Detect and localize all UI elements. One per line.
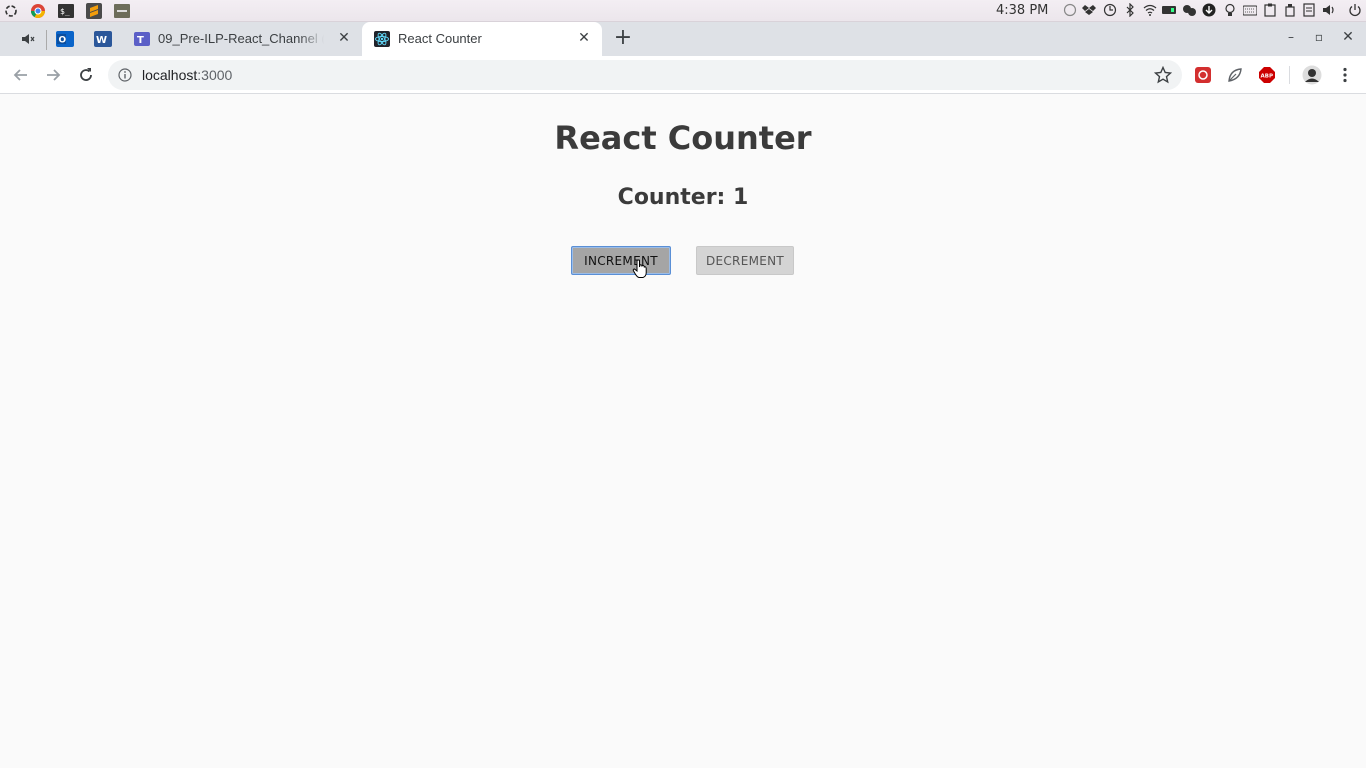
word-tab-icon[interactable]: W xyxy=(94,30,112,48)
files-launcher-icon[interactable] xyxy=(113,2,131,20)
status-indicator-icon[interactable] xyxy=(1063,3,1077,17)
battery-icon[interactable] xyxy=(1162,3,1176,17)
hand-cursor-icon xyxy=(632,259,647,278)
extension-leaf-icon[interactable] xyxy=(1226,66,1244,84)
dropbox-icon[interactable] xyxy=(1082,3,1096,17)
clipboard-icon[interactable] xyxy=(1263,3,1277,17)
minimize-icon[interactable]: – xyxy=(1284,30,1298,44)
url-host: localhost xyxy=(142,67,198,83)
bookmark-star-icon[interactable] xyxy=(1154,66,1172,84)
url-text: localhost:3000 xyxy=(142,67,232,83)
wifi-icon[interactable] xyxy=(1143,3,1157,17)
increment-button[interactable]: INCREMENT xyxy=(571,246,671,275)
page-title: React Counter xyxy=(554,119,812,157)
volume-icon[interactable] xyxy=(1322,3,1336,17)
keyboard-icon[interactable] xyxy=(1243,3,1257,17)
svg-text:ABP: ABP xyxy=(1261,74,1273,80)
decrement-button[interactable]: DECREMENT xyxy=(696,246,794,275)
tab-close-icon[interactable]: ✕ xyxy=(576,30,592,46)
react-icon xyxy=(374,31,390,47)
outlook-tab-icon[interactable]: O xyxy=(56,30,74,48)
tab-react-counter[interactable]: React Counter ✕ xyxy=(362,22,602,56)
browser-toolbar: localhost:3000 ABP xyxy=(0,56,1366,94)
teams-icon: T xyxy=(134,32,150,46)
svg-text:$_: $_ xyxy=(60,7,70,16)
back-button[interactable] xyxy=(10,64,32,86)
tab-strip: O W T 09_Pre-ILP-React_Channel (09 ✕ Rea… xyxy=(0,22,1366,56)
clock-icon[interactable] xyxy=(1103,3,1117,17)
tab-title: React Counter xyxy=(398,31,482,46)
tab-close-icon[interactable]: ✕ xyxy=(336,30,352,46)
page-content: React Counter Counter: 1 INCREMENT DECRE… xyxy=(0,95,1366,768)
counter-display: Counter: 1 xyxy=(617,185,749,210)
terminal-launcher-icon[interactable]: $_ xyxy=(57,2,75,20)
mute-tab-icon[interactable] xyxy=(19,30,37,48)
profile-avatar[interactable] xyxy=(1302,65,1322,85)
address-bar[interactable]: localhost:3000 xyxy=(108,60,1182,90)
maximize-icon[interactable]: ▫ xyxy=(1312,30,1326,44)
svg-text:W: W xyxy=(96,35,107,46)
tab-separator xyxy=(46,30,47,50)
site-info-icon[interactable] xyxy=(118,68,132,82)
chat-icon[interactable] xyxy=(1182,3,1196,17)
extension-red-icon[interactable] xyxy=(1194,66,1212,84)
reload-icon xyxy=(80,68,92,81)
back-arrow-icon xyxy=(13,69,27,81)
sublime-launcher-icon[interactable] xyxy=(85,2,103,20)
lightbulb-icon[interactable] xyxy=(1223,3,1237,17)
svg-text:T: T xyxy=(137,35,144,46)
bluetooth-icon[interactable] xyxy=(1123,3,1137,17)
forward-button[interactable] xyxy=(42,64,64,86)
notes-icon[interactable] xyxy=(1302,3,1316,17)
power-icon[interactable] xyxy=(1348,3,1362,17)
url-port: :3000 xyxy=(197,67,233,83)
toolbar-divider xyxy=(1289,66,1290,84)
system-top-bar: $_ 4:38 PM xyxy=(0,0,1366,22)
adblock-icon[interactable]: ABP xyxy=(1258,66,1276,84)
tab-teams-channel[interactable]: T 09_Pre-ILP-React_Channel (09 ✕ xyxy=(122,22,362,56)
clock[interactable]: 4:38 PM xyxy=(996,3,1048,18)
app-launcher-icon[interactable] xyxy=(2,2,20,20)
download-icon[interactable] xyxy=(1202,3,1216,17)
close-window-icon[interactable]: ✕ xyxy=(1341,29,1355,45)
tab-title: 09_Pre-ILP-React_Channel (09 xyxy=(158,31,324,46)
usb-drive-icon[interactable] xyxy=(1283,3,1297,17)
reload-button[interactable] xyxy=(75,64,97,86)
new-tab-button[interactable]: + xyxy=(612,27,634,50)
menu-kebab-icon[interactable] xyxy=(1336,66,1354,84)
forward-arrow-icon xyxy=(47,69,61,81)
chrome-launcher-icon[interactable] xyxy=(29,2,47,20)
svg-text:O: O xyxy=(59,36,67,46)
